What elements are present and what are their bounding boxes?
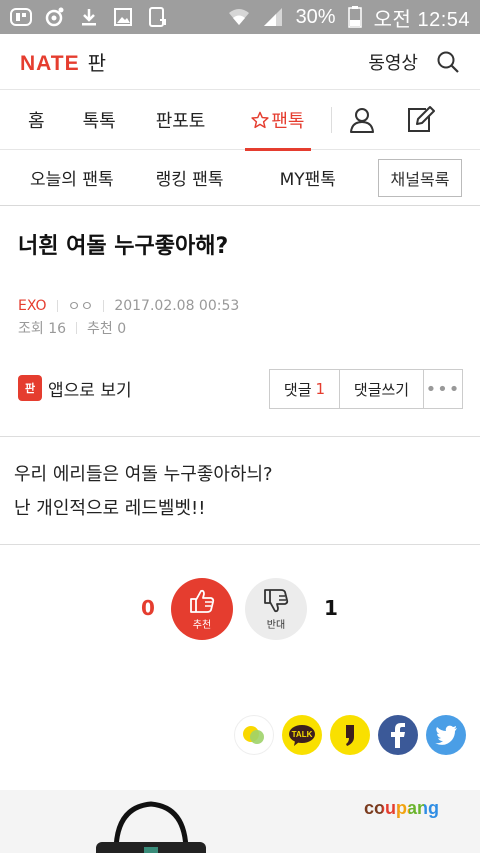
kakaotalk-icon[interactable]: TALK	[282, 715, 322, 755]
open-in-app-link[interactable]: 판 앱으로 보기	[18, 375, 132, 401]
content-divider	[0, 544, 480, 545]
meta-divider	[56, 300, 58, 312]
content-line: 우리 에리들은 여돌 누구좋아하늬?	[14, 464, 273, 485]
tab-home[interactable]: 홈	[28, 90, 45, 150]
post-date: 2017.02.08 00:53	[114, 298, 240, 314]
status-bar-right: 30% 오전 12:54	[228, 3, 470, 32]
status-bar: 30% 오전 12:54	[0, 0, 480, 34]
battery-icon	[347, 6, 362, 28]
post-meta: EXO ㅇㅇ 2017.02.08 00:53	[18, 296, 239, 316]
settings-notification-icon	[44, 6, 66, 28]
thumbs-up-icon	[188, 587, 216, 615]
recommend-count: 0	[141, 596, 155, 620]
battery-percent: 30%	[295, 5, 336, 28]
oppose-count: 1	[324, 596, 338, 620]
kakaopage-icon[interactable]	[330, 715, 370, 755]
subtab-my[interactable]: MY팬톡	[280, 165, 336, 190]
thumbs-down-icon	[262, 587, 290, 615]
handbag-image	[86, 792, 216, 853]
coupang-logo: coupang	[364, 798, 439, 819]
tab-toktok[interactable]: 톡톡	[83, 90, 116, 150]
post-views: 조회 16	[18, 321, 67, 337]
more-menu-button[interactable]: •••	[424, 370, 462, 408]
wifi-icon	[228, 6, 250, 28]
content-divider	[0, 436, 480, 437]
post-stats: 조회 16 추천 0	[18, 318, 126, 338]
star-icon	[251, 111, 270, 129]
search-icon[interactable]	[436, 50, 460, 74]
coupang-text: coupang	[364, 798, 439, 818]
post-content: 우리 에리들은 여돌 누구좋아하늬? 난 개인적으로 레드벨벳!!	[14, 458, 273, 526]
sub-tabs: 오늘의 팬톡 랭킹 팬톡 MY팬톡 채널목록	[0, 150, 480, 206]
tab-label: 팬톡	[271, 110, 305, 132]
open-in-app-label: 앱으로 보기	[48, 380, 132, 401]
comments-label: 댓글	[283, 380, 312, 399]
site-header: NATE 판 동영상	[0, 34, 480, 90]
facebook-icon[interactable]	[378, 715, 418, 755]
app-notification-icon	[10, 6, 32, 28]
tab-label: 톡톡	[82, 110, 116, 132]
tab-label: 홈	[28, 110, 45, 132]
subtab-ranking[interactable]: 랭킹 팬톡	[156, 165, 224, 190]
kakaotalk-label: TALK	[292, 730, 313, 739]
meta-divider	[103, 300, 105, 312]
channel-list-button[interactable]: 채널목록	[378, 158, 462, 197]
comment-actions: 댓글 1 댓글쓰기 •••	[269, 369, 463, 409]
user-icon[interactable]	[338, 90, 386, 150]
post-recommends: 추천 0	[87, 321, 127, 337]
oppose-button[interactable]: 반대	[245, 578, 307, 640]
tab-pann-photo[interactable]: 판포토	[156, 90, 206, 150]
tab-label: 판포토	[155, 110, 206, 132]
write-comment-button[interactable]: 댓글쓰기	[340, 370, 424, 408]
recommend-label: 추천	[192, 620, 212, 631]
content-line: 난 개인적으로 레드벨벳!!	[14, 498, 206, 519]
subtab-today[interactable]: 오늘의 팬톡	[30, 165, 114, 190]
post-author: ㅇㅇ	[67, 299, 94, 315]
vote-section: 0 추천 반대 1	[0, 578, 480, 642]
clock: 오전 12:54	[373, 8, 470, 31]
share-buttons: TALK	[234, 715, 466, 755]
signal-icon	[262, 6, 284, 28]
ad-banner[interactable]: coupang	[0, 790, 480, 853]
image-icon	[112, 6, 134, 28]
comment-count: 1	[315, 380, 326, 398]
post-category[interactable]: EXO	[18, 298, 47, 314]
post-title: 너흰 여돌 누구좋아해?	[18, 234, 229, 259]
comments-button[interactable]: 댓글 1	[270, 370, 340, 408]
logo-brand: NATE	[20, 52, 80, 75]
header-actions: 동영상	[368, 49, 460, 75]
twitter-icon[interactable]	[426, 715, 466, 755]
status-bar-left	[10, 6, 168, 28]
tab-fantalk[interactable]: 팬톡	[245, 90, 311, 151]
main-tabs: 홈 톡톡 판포토 팬톡	[0, 90, 480, 151]
download-icon	[78, 6, 100, 28]
screenshot-icon	[146, 6, 168, 28]
kakaostory-icon[interactable]	[234, 715, 274, 755]
logo-service: 판	[87, 51, 107, 75]
tab-divider	[330, 106, 332, 133]
video-link[interactable]: 동영상	[368, 49, 418, 75]
nate-pann-logo[interactable]: NATE 판	[20, 47, 106, 76]
oppose-label: 반대	[266, 620, 286, 631]
pann-app-icon: 판	[18, 375, 42, 401]
meta-divider	[76, 322, 78, 334]
recommend-button[interactable]: 추천	[171, 578, 233, 640]
write-icon[interactable]	[396, 90, 444, 150]
